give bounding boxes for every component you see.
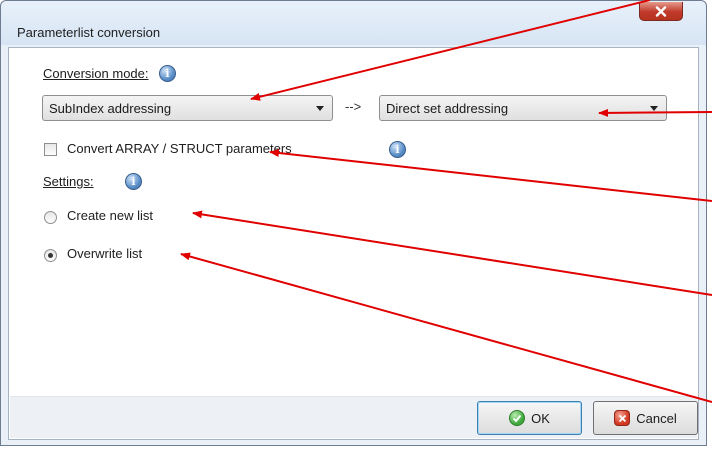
chevron-down-icon (650, 106, 658, 111)
chevron-down-icon (316, 106, 324, 111)
create-new-list-radio[interactable] (44, 211, 57, 224)
dialog-footer: OK Cancel (10, 396, 698, 438)
overwrite-list-radio[interactable] (44, 249, 57, 262)
source-mode-combobox[interactable]: SubIndex addressing (42, 95, 333, 121)
create-new-list-label[interactable]: Create new list (67, 208, 153, 223)
cancel-button[interactable]: Cancel (593, 401, 698, 435)
conversion-mode-label: Conversion mode: (43, 66, 149, 81)
convert-array-checkbox[interactable] (44, 143, 57, 156)
title-bar[interactable]: Parameterlist conversion (1, 1, 706, 45)
info-icon[interactable]: i (389, 141, 406, 158)
overwrite-list-label[interactable]: Overwrite list (67, 246, 142, 261)
cancel-x-icon (614, 410, 631, 426)
settings-label: Settings: (43, 174, 94, 189)
target-mode-combobox[interactable]: Direct set addressing (379, 95, 667, 121)
ok-button[interactable]: OK (477, 401, 582, 435)
cancel-button-label: Cancel (636, 410, 677, 426)
dialog-window: Parameterlist conversion Conversion mode… (0, 0, 707, 446)
target-mode-value: Direct set addressing (386, 101, 509, 116)
dialog-content: Conversion mode: i SubIndex addressing -… (8, 47, 699, 440)
info-icon[interactable]: i (159, 65, 176, 82)
info-icon[interactable]: i (125, 173, 142, 190)
close-x-icon (655, 5, 667, 17)
window-title: Parameterlist conversion (17, 25, 161, 40)
ok-button-label: OK (531, 410, 550, 426)
source-mode-value: SubIndex addressing (49, 101, 172, 116)
convert-array-label[interactable]: Convert ARRAY / STRUCT parameters (67, 141, 292, 156)
close-button[interactable] (639, 2, 683, 21)
checkmark-icon (509, 410, 526, 426)
radio-selected-dot (48, 253, 53, 258)
conversion-separator: --> (345, 99, 362, 114)
